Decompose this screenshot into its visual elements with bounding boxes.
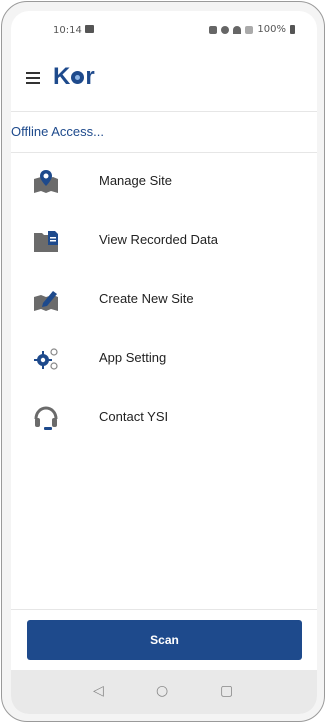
- logo-o-icon: [71, 70, 85, 84]
- headset-icon: [34, 406, 58, 430]
- phone-frame: 10:14 100% K r Offline Access... Manage …: [1, 1, 325, 722]
- main-menu: Manage Site View Recorded Data Create Ne…: [11, 153, 317, 448]
- offline-access-label: Offline Access...: [11, 124, 104, 139]
- back-nav-icon[interactable]: ◁: [93, 683, 104, 699]
- offline-access-banner[interactable]: Offline Access...: [11, 111, 317, 153]
- menu-item-label: Contact YSI: [99, 409, 169, 424]
- signal-icon: [245, 25, 254, 34]
- logo-letter-k: K: [53, 63, 71, 90]
- edit-map-icon: [34, 291, 58, 311]
- recents-nav-icon[interactable]: ▢: [220, 683, 233, 699]
- app-bar: K r: [11, 55, 317, 111]
- folder-document-icon: [34, 231, 58, 252]
- menu-item-manage-site[interactable]: Manage Site: [11, 153, 317, 212]
- hamburger-menu-icon[interactable]: [26, 72, 40, 84]
- status-icons: 100%: [209, 24, 295, 35]
- status-bar: 10:14 100%: [11, 11, 317, 49]
- menu-item-label: Manage Site: [99, 173, 172, 188]
- menu-item-label: App Setting: [99, 350, 167, 365]
- menu-item-view-recorded-data[interactable]: View Recorded Data: [11, 212, 317, 271]
- screen: 10:14 100% K r Offline Access... Manage …: [11, 11, 317, 714]
- calendar-icon: [85, 25, 94, 33]
- vibrate-icon: [221, 25, 230, 34]
- battery-text: 100%: [257, 24, 286, 35]
- nfc-icon: [209, 25, 218, 34]
- battery-icon: [290, 25, 295, 34]
- menu-item-create-new-site[interactable]: Create New Site: [11, 271, 317, 330]
- menu-item-label: Create New Site: [99, 291, 194, 306]
- menu-item-label: View Recorded Data: [99, 232, 218, 247]
- scan-bar: Scan: [11, 609, 317, 666]
- map-pin-icon: [34, 170, 58, 193]
- logo-letter-r: r: [85, 63, 95, 90]
- android-nav-bar: ◁ ○ ▢: [11, 670, 317, 714]
- kor-logo: K r: [53, 63, 95, 91]
- home-nav-icon[interactable]: ○: [156, 683, 168, 699]
- menu-item-app-setting[interactable]: App Setting: [11, 330, 317, 389]
- menu-item-contact-ysi[interactable]: Contact YSI: [11, 389, 317, 448]
- scan-button[interactable]: Scan: [27, 620, 302, 660]
- wifi-icon: [233, 25, 242, 34]
- status-time: 10:14: [53, 25, 82, 36]
- gears-icon: [34, 348, 58, 370]
